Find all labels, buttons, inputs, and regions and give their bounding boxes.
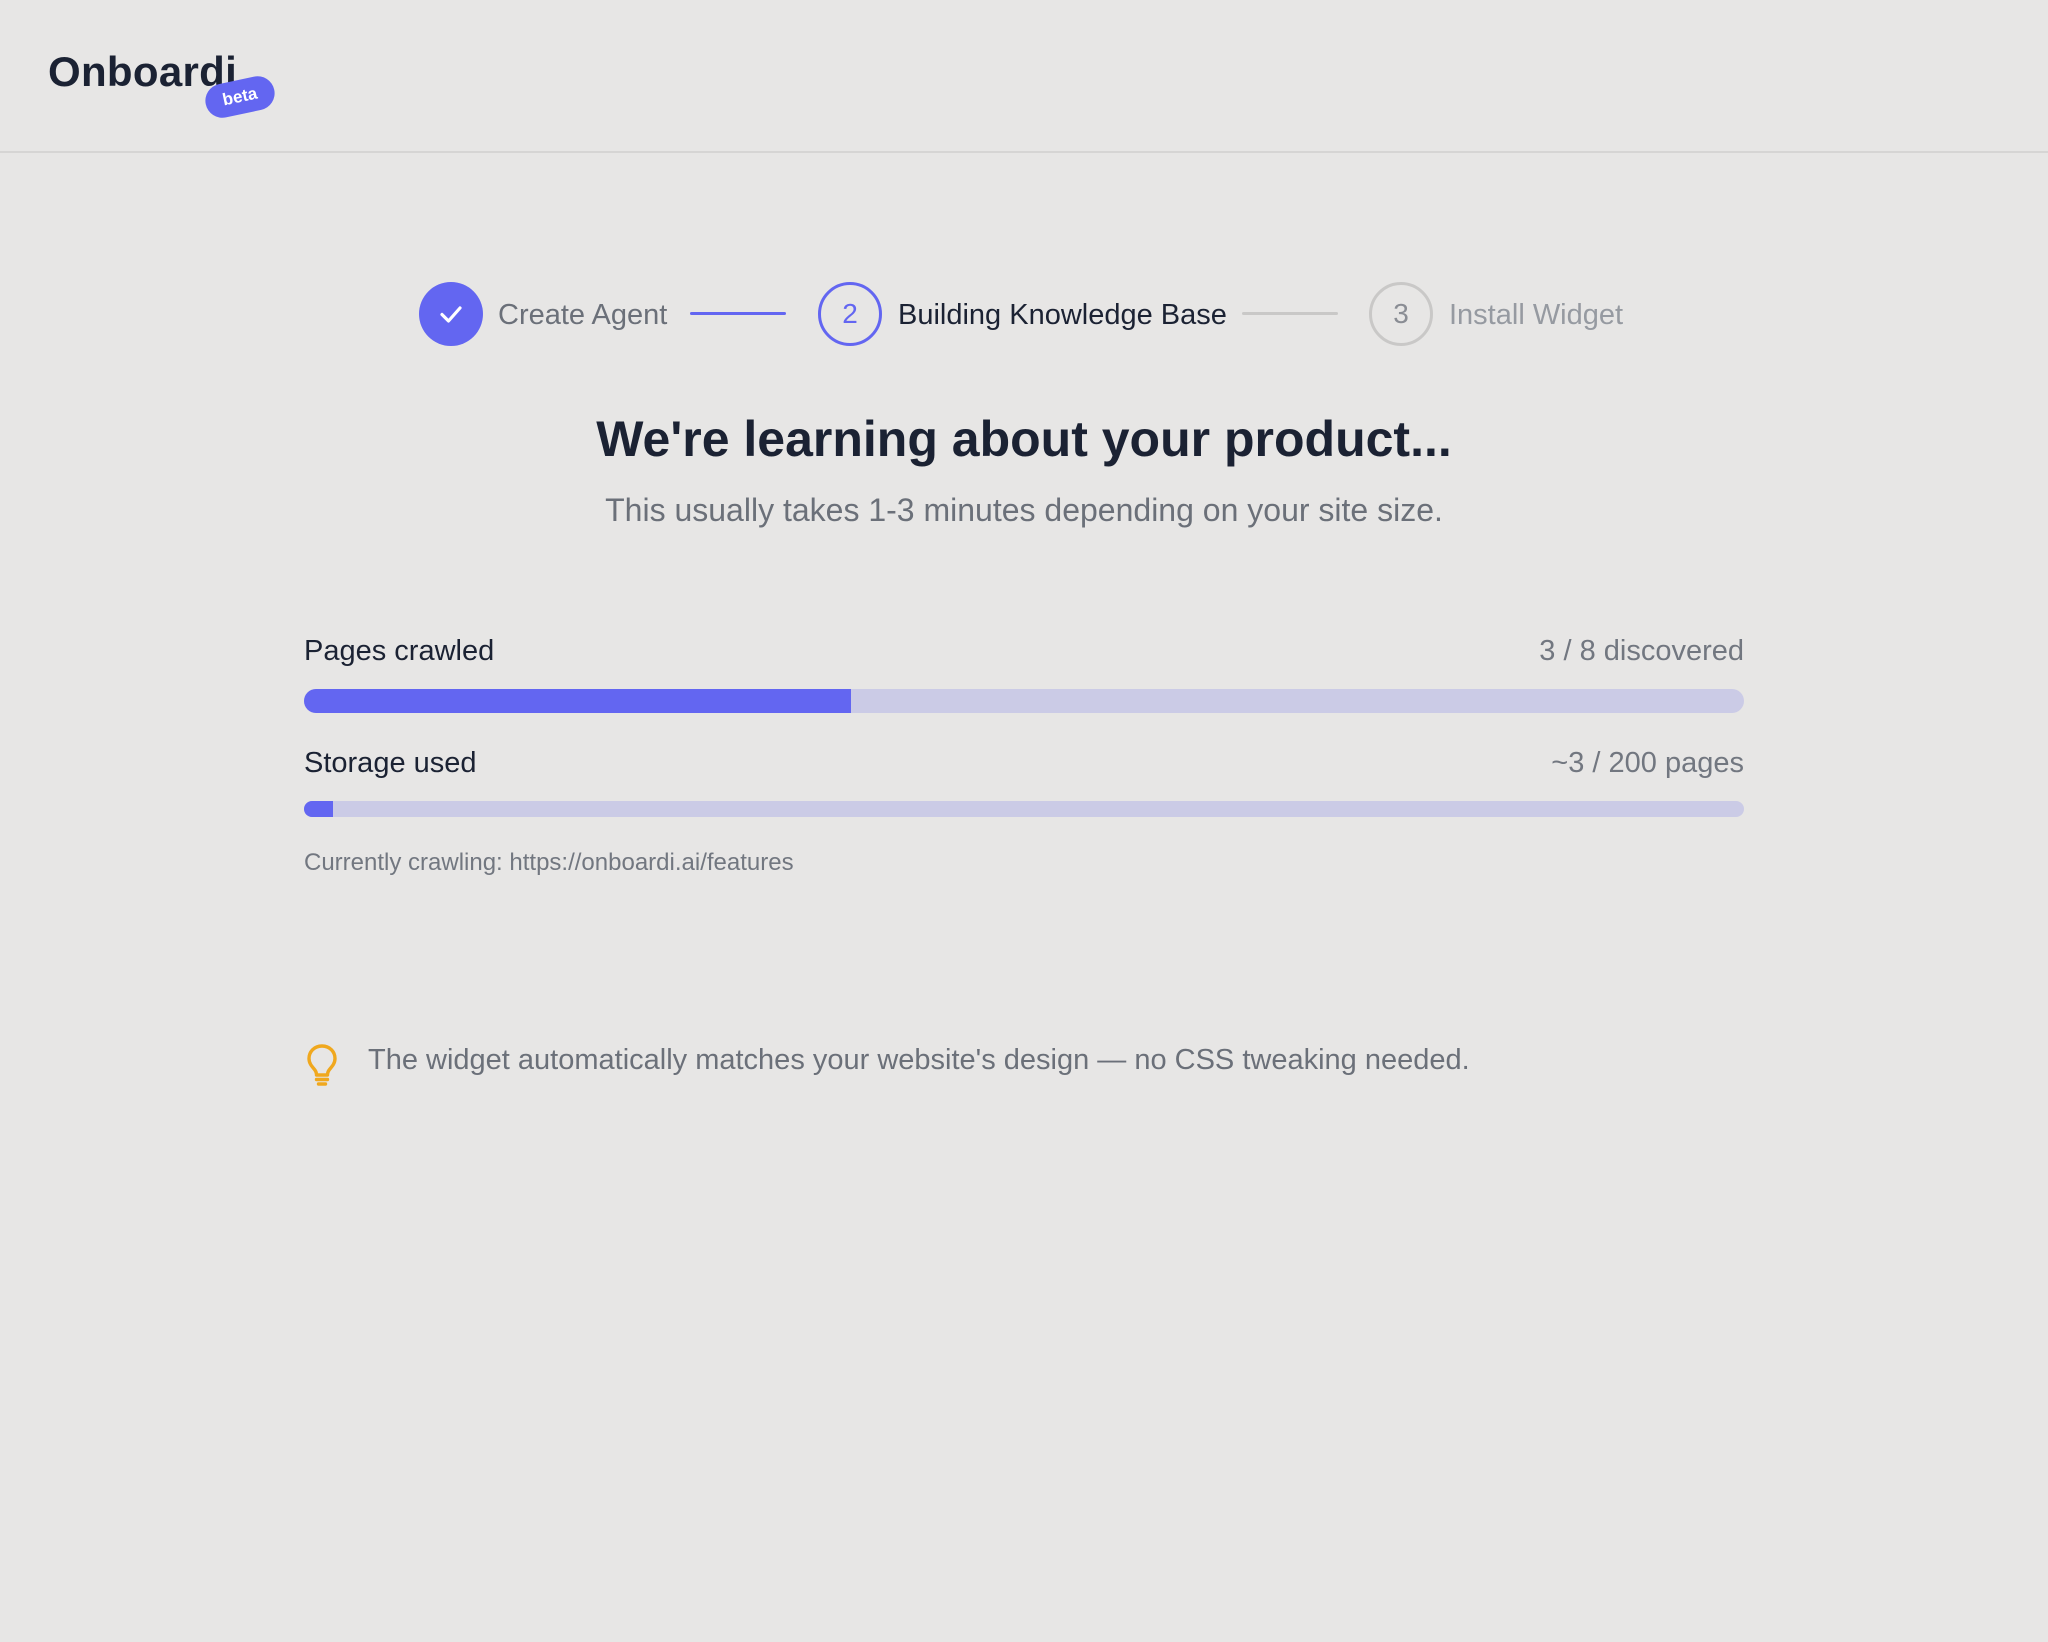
pages-crawled-progress-bar — [304, 689, 1744, 713]
page-subtitle: This usually takes 1-3 minutes depending… — [605, 492, 1443, 528]
step-3-label: Install Widget — [1449, 299, 1624, 331]
step-connector-2 — [1242, 312, 1338, 315]
step-3-number: 3 — [1393, 298, 1409, 329]
storage-used-progress-bar — [304, 801, 1744, 817]
step-2-active-circle: 2 — [818, 282, 882, 346]
pages-crawled-value: 3 / 8 discovered — [1539, 635, 1744, 667]
storage-used-label: Storage used — [304, 747, 477, 779]
storage-used-value: ~3 / 200 pages — [1551, 747, 1744, 779]
step-3-pending-circle: 3 — [1369, 282, 1433, 346]
step-connector-1 — [690, 312, 786, 315]
step-1-label: Create Agent — [498, 299, 668, 331]
step-2-number: 2 — [842, 298, 858, 329]
checkmark-icon — [440, 306, 462, 323]
top-header: Onboardi beta — [0, 0, 2048, 153]
pages-crawled-label: Pages crawled — [304, 635, 495, 667]
pages-crawled-progress-fill — [304, 689, 852, 713]
currently-crawling-status: Currently crawling: https://onboardi.ai/… — [304, 849, 794, 876]
page-title: We're learning about your product... — [596, 411, 1452, 467]
lightbulb-icon — [304, 1042, 340, 1086]
storage-used-progress-fill — [304, 801, 333, 817]
step-1-complete-circle — [419, 282, 483, 346]
tip-text: The widget automatically matches your we… — [368, 1044, 1470, 1076]
step-2-label: Building Knowledge Base — [898, 299, 1227, 331]
